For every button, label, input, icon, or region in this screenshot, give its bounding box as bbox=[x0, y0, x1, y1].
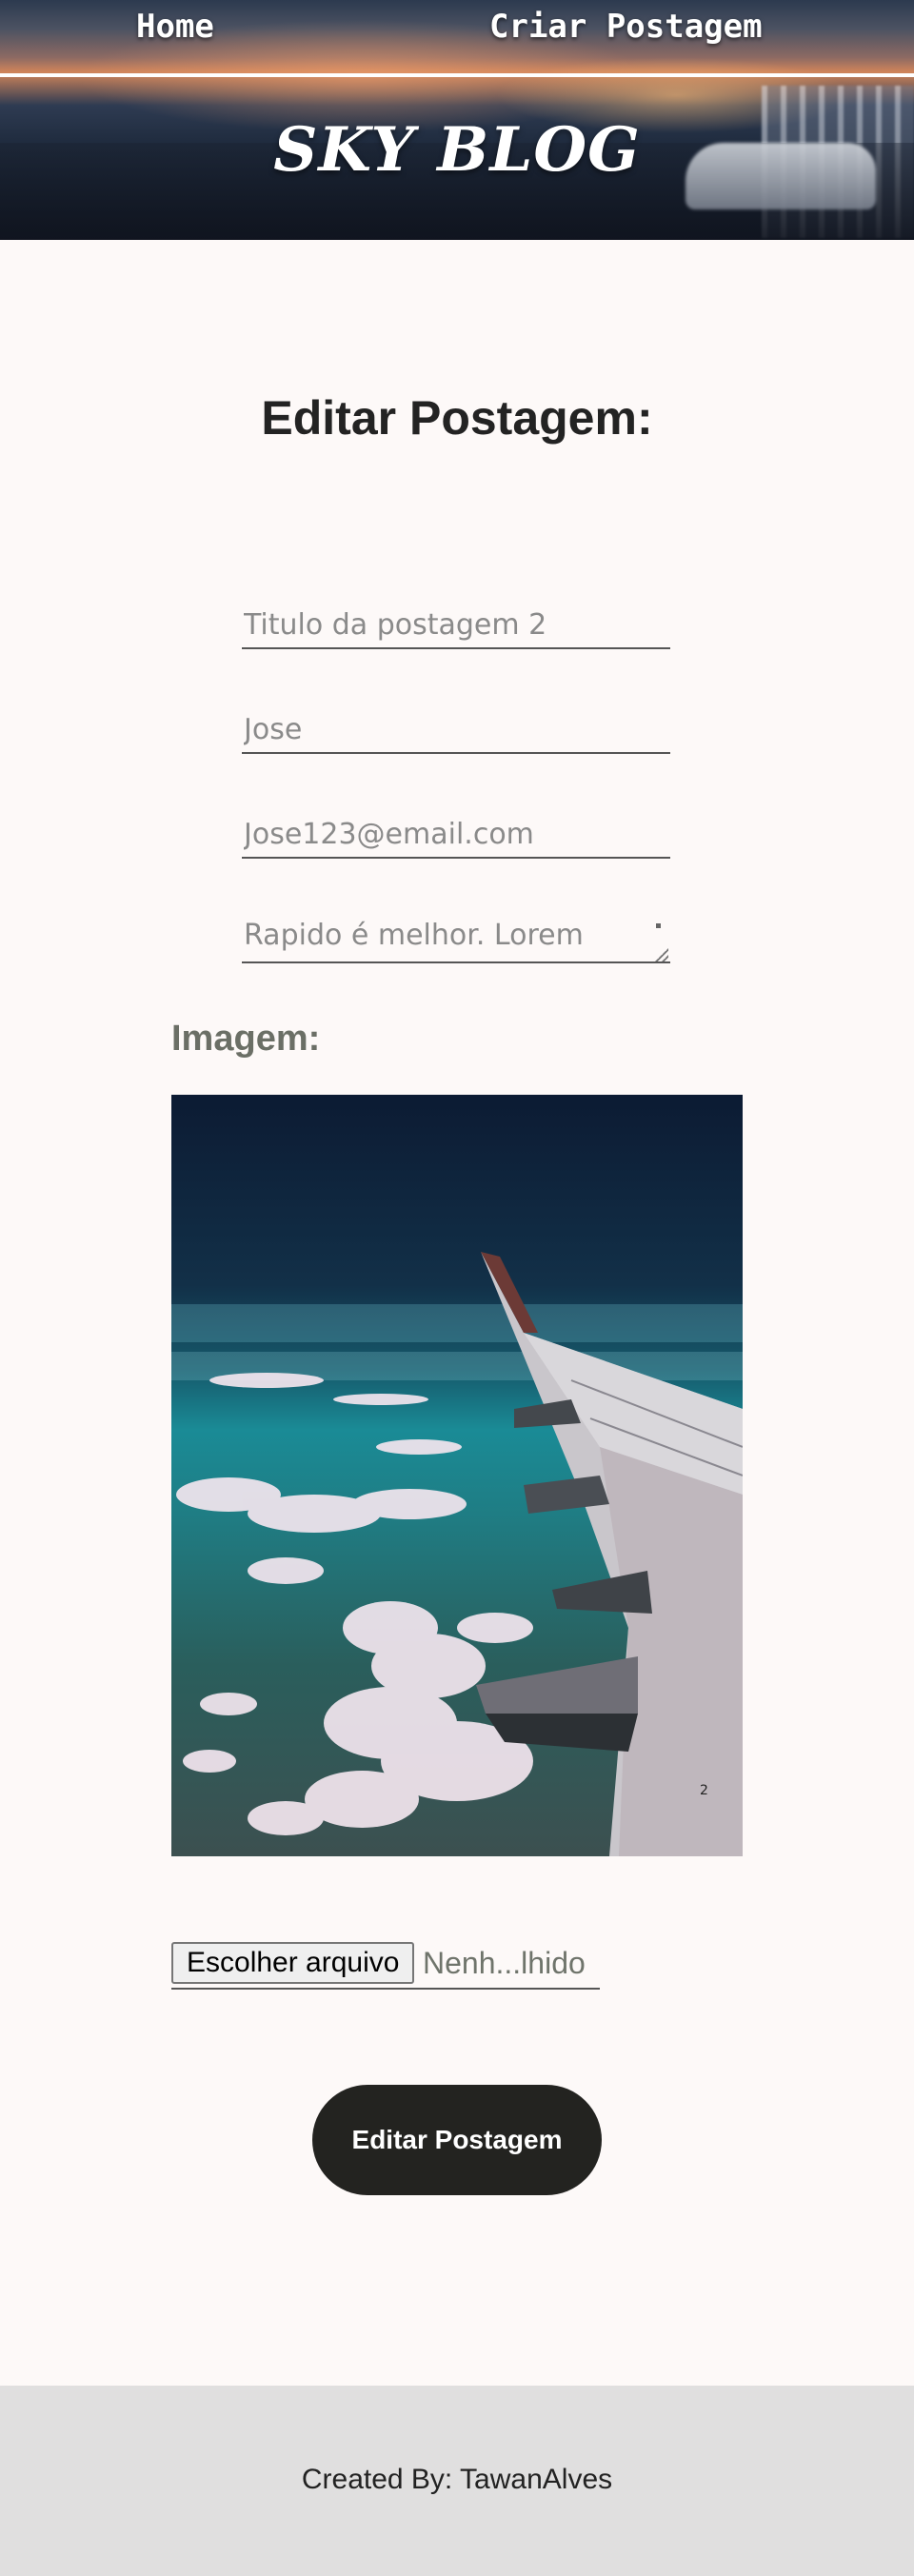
image-label: Imagem: bbox=[171, 1019, 321, 1059]
page-title: Editar Postagem: bbox=[261, 391, 653, 445]
footer-credit: Created By: TawanAlves bbox=[301, 2464, 613, 2495]
svg-text:2: 2 bbox=[700, 1783, 708, 1798]
author-name-input[interactable] bbox=[242, 706, 670, 754]
edit-post-submit-button[interactable]: Editar Postagem bbox=[312, 2085, 602, 2195]
site-header: Home Criar Postagem SKY BLOG bbox=[0, 0, 914, 240]
description-textarea[interactable]: Rapido é melhor. Lorem bbox=[242, 912, 670, 963]
site-brand: SKY BLOG bbox=[273, 114, 641, 186]
nav-home-link[interactable]: Home bbox=[136, 8, 214, 46]
textarea-resize-handle[interactable] bbox=[655, 948, 668, 961]
nav-create-post-link[interactable]: Criar Postagem bbox=[489, 8, 763, 46]
airplane-wing-photo: 2 bbox=[171, 1252, 743, 1856]
choose-file-button[interactable]: Escolher arquivo bbox=[171, 1942, 415, 1984]
post-image-preview: 2 bbox=[171, 1095, 743, 1856]
textarea-scrollbar[interactable] bbox=[656, 923, 661, 928]
nav-divider bbox=[0, 73, 914, 77]
site-footer: Created By: TawanAlves bbox=[0, 2386, 914, 2576]
file-input[interactable]: Escolher arquivo Nenh...lhido bbox=[171, 1942, 600, 1990]
file-status-text: Nenh...lhido bbox=[423, 1946, 586, 1980]
email-input[interactable] bbox=[242, 811, 670, 859]
post-title-input[interactable] bbox=[242, 602, 670, 649]
